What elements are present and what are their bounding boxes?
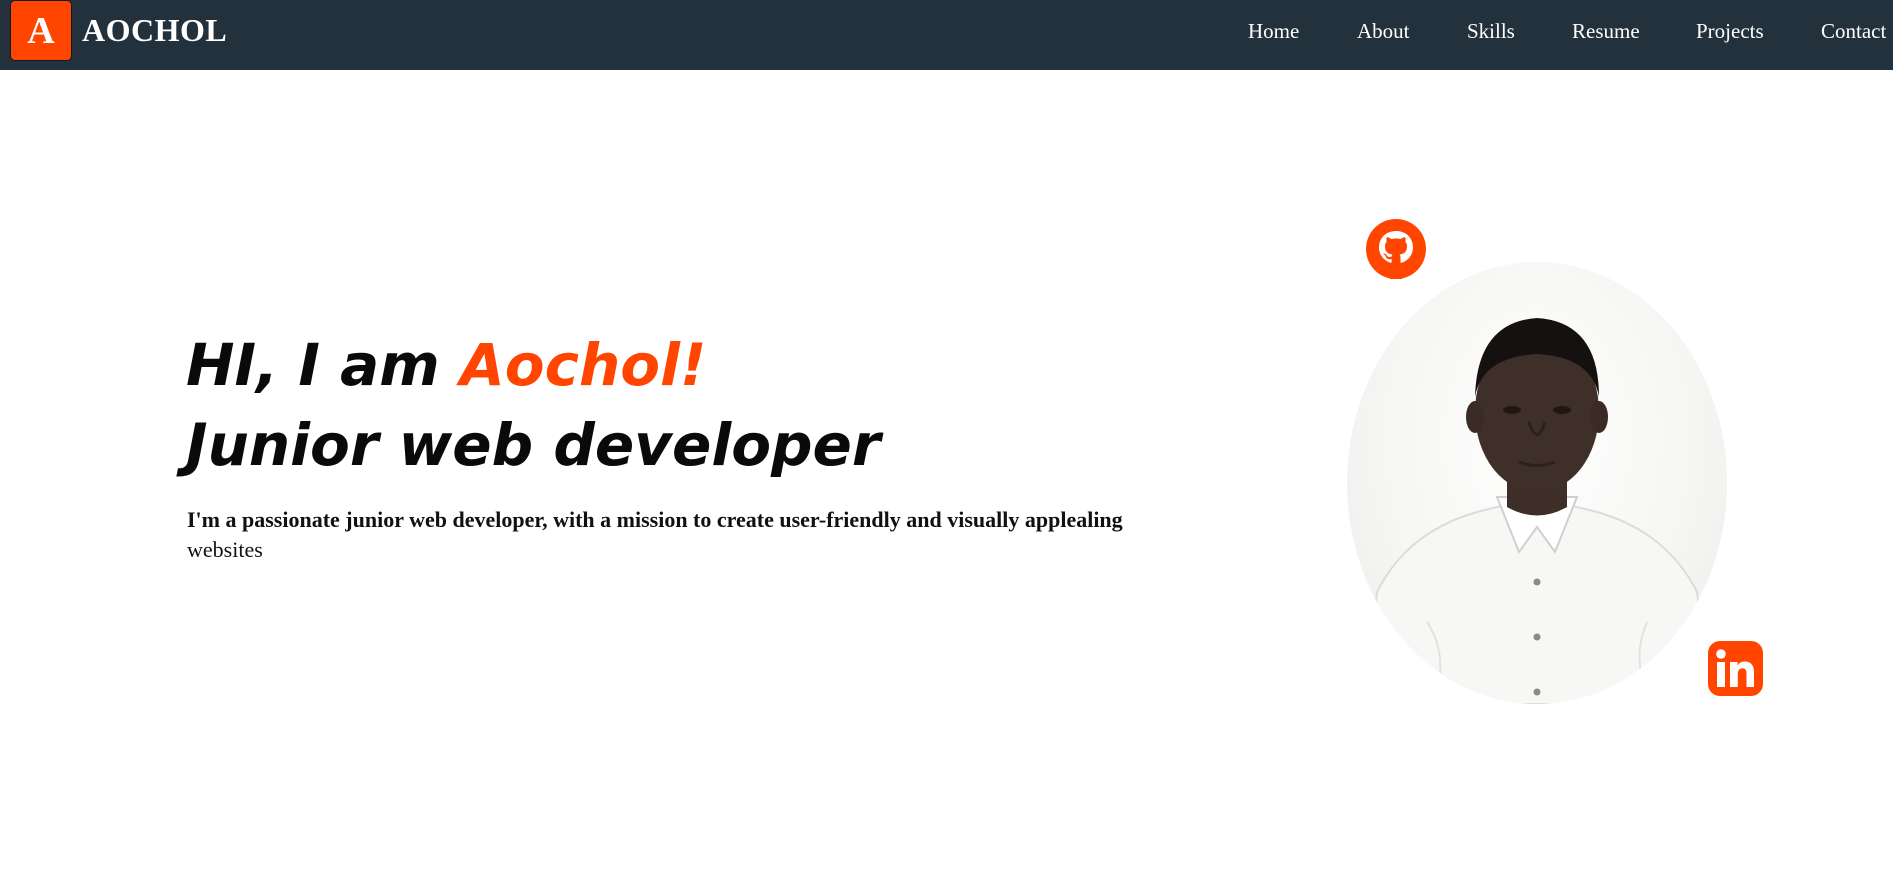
hero-description-tail: websites <box>187 537 263 562</box>
hero-description: I'm a passionate junior web developer, w… <box>187 505 1167 565</box>
github-link[interactable] <box>1366 219 1426 279</box>
navbar: A AOCHOL Home About Skills Resume Projec… <box>0 0 1893 70</box>
nav-link-home[interactable]: Home <box>1248 19 1299 43</box>
nav-link-about[interactable]: About <box>1357 19 1410 43</box>
linkedin-link[interactable] <box>1708 641 1763 696</box>
profile-photo <box>1347 262 1727 704</box>
hero-description-main: I'm a passionate junior web developer, w… <box>187 507 1123 532</box>
profile-photo-illustration <box>1365 318 1711 704</box>
hero-greeting: HI, I am Aochol! <box>186 330 706 400</box>
github-icon <box>1366 219 1426 279</box>
logo-badge[interactable]: A <box>10 0 72 61</box>
hero-role: Junior web developer <box>186 411 881 479</box>
nav-link-resume[interactable]: Resume <box>1572 19 1640 43</box>
nav-link-projects[interactable]: Projects <box>1696 19 1764 43</box>
linkedin-icon <box>1708 641 1763 696</box>
nav-link-contact[interactable]: Contact <box>1821 19 1886 43</box>
nav-link-skills[interactable]: Skills <box>1467 19 1515 43</box>
hero-greeting-text: HI, I am <box>186 331 460 399</box>
hero-name: Aochol! <box>459 331 707 399</box>
site-name[interactable]: AOCHOL <box>82 12 227 48</box>
